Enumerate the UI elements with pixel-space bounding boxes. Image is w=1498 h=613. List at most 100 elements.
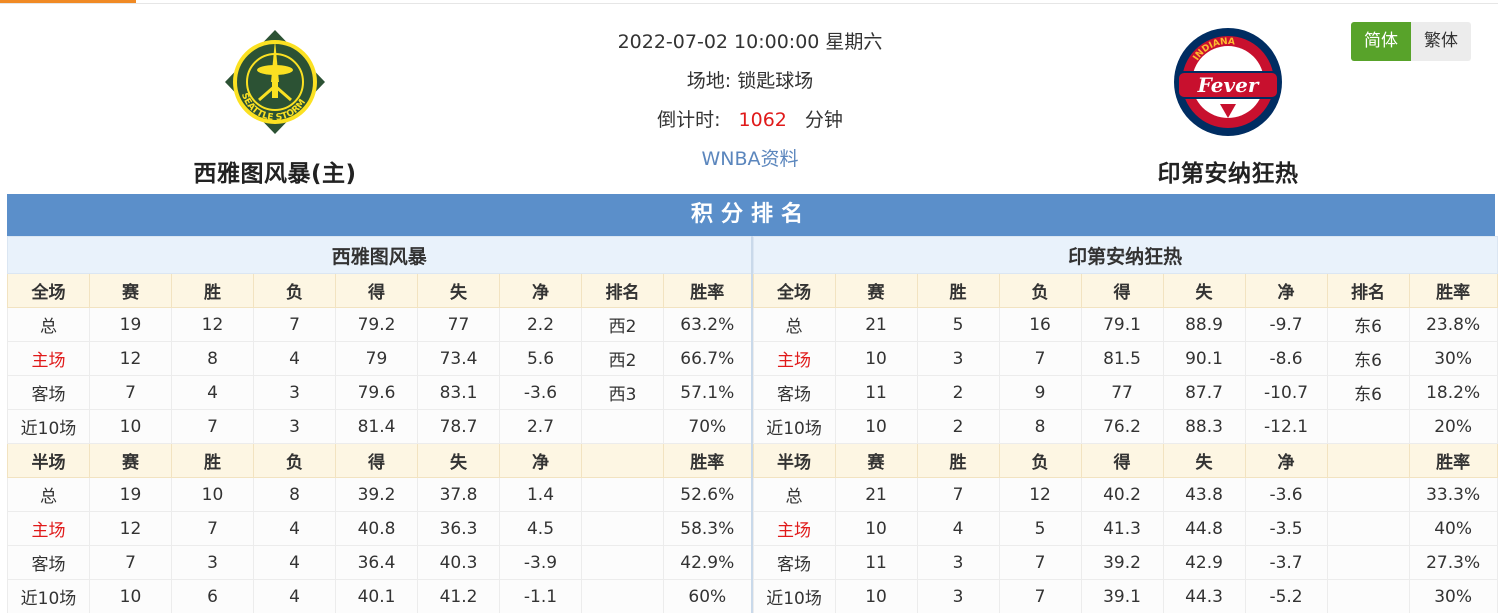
table-cell: -3.6 <box>1244 477 1328 512</box>
seattle-storm-logo[interactable]: SEATTLE STORM <box>219 26 331 138</box>
row-label: 客场 <box>7 545 90 580</box>
table-row: 总 19 12 7 79.2 77 2.2 西2 63.2% <box>7 307 753 342</box>
table-cell: 81.5 <box>1080 341 1164 376</box>
table-cell: 12 <box>89 341 172 376</box>
table-cell: 79.6 <box>335 375 418 410</box>
column-header <box>1326 443 1410 478</box>
table-cell <box>581 579 664 613</box>
simplified-chinese-button[interactable]: 简体 <box>1351 22 1411 61</box>
table-cell: 39.1 <box>1080 579 1164 613</box>
table-cell: 4 <box>916 511 1000 546</box>
table-row: 客场 11 2 9 77 87.7 -10.7 东6 18.2% <box>752 375 1498 410</box>
away-team-name[interactable]: 印第安纳狂热 <box>1098 154 1358 188</box>
table-cell: 3 <box>253 375 336 410</box>
table-cell: 37.8 <box>417 477 500 512</box>
column-header: 得 <box>1080 443 1164 478</box>
table-row: 近10场 10 6 4 40.1 41.2 -1.1 60% <box>7 579 753 613</box>
table-cell: 10 <box>834 579 918 613</box>
table-cell: -5.2 <box>1244 579 1328 613</box>
table-cell: 79 <box>335 341 418 376</box>
column-header: 赛 <box>89 273 172 308</box>
table-cell: 16 <box>998 307 1082 342</box>
table-cell: -9.7 <box>1244 307 1328 342</box>
table-cell: 6 <box>171 579 254 613</box>
table-cell: 21 <box>834 477 918 512</box>
table-cell: -12.1 <box>1244 409 1328 444</box>
column-header: 胜率 <box>662 273 753 308</box>
column-header: 胜率 <box>1408 273 1498 308</box>
table-cell: 10 <box>89 409 172 444</box>
indiana-fever-logo[interactable]: INDIANA Fever <box>1172 26 1284 138</box>
table-cell: 12 <box>171 307 254 342</box>
table-cell: 3 <box>253 409 336 444</box>
table-cell: 42.9 <box>1162 545 1246 580</box>
team-header: 西雅图风暴 <box>6 236 753 274</box>
table-cell: 3 <box>916 545 1000 580</box>
table-cell: -3.6 <box>499 375 582 410</box>
table-cell: 10 <box>834 409 918 444</box>
table-cell: 40.1 <box>335 579 418 613</box>
countdown-value: 1062 <box>738 109 787 131</box>
table-cell <box>581 409 664 444</box>
team-header-row: 西雅图风暴 <box>6 236 753 274</box>
table-cell: 83.1 <box>417 375 500 410</box>
table-cell: 2 <box>916 409 1000 444</box>
column-header: 全场 <box>752 273 836 308</box>
table-cell: 8 <box>998 409 1082 444</box>
column-header: 全场 <box>7 273 90 308</box>
countdown-row: 倒计时: 1062 分钟 <box>500 106 1000 145</box>
table-cell: 西2 <box>581 307 664 342</box>
table-cell: 77 <box>1080 375 1164 410</box>
table-cell: -8.6 <box>1244 341 1328 376</box>
table-cell: 19 <box>89 477 172 512</box>
table-cell: 36.4 <box>335 545 418 580</box>
table-cell: 5 <box>998 511 1082 546</box>
traditional-chinese-button[interactable]: 繁体 <box>1411 22 1471 61</box>
home-team-name[interactable]: 西雅图风暴(主) <box>145 154 405 188</box>
table-cell: 44.3 <box>1162 579 1246 613</box>
language-switch: 简体 繁体 <box>1351 22 1471 61</box>
table-cell: 4 <box>253 511 336 546</box>
table-cell: 44.8 <box>1162 511 1246 546</box>
table-cell: 39.2 <box>1080 545 1164 580</box>
column-header: 负 <box>253 443 336 478</box>
table-cell <box>581 545 664 580</box>
table-cell: 2.7 <box>499 409 582 444</box>
venue-name: 锁匙球场 <box>737 70 814 92</box>
column-header: 负 <box>998 273 1082 308</box>
away-standings-table: 印第安纳狂热 全场赛胜负得失净排名 胜率总 21 5 16 79.1 88.9 -9.7 东6 23… <box>752 236 1498 613</box>
row-label: 主场 <box>7 511 90 546</box>
match-info: 2022-07-02 10:00:00 星期六 场地: 锁匙球场 倒计时: 10… <box>500 28 1000 184</box>
row-label: 主场 <box>752 341 836 376</box>
full-header-row: 全场赛胜负得失净排名 胜率 <box>7 273 753 308</box>
table-cell: -10.7 <box>1244 375 1328 410</box>
table-cell: 东6 <box>1326 341 1410 376</box>
table-row: 客场 11 3 7 39.2 42.9 -3.7 27.3% <box>752 545 1498 580</box>
table-cell: 10 <box>89 579 172 613</box>
league-info-link[interactable]: WNBA资料 <box>701 148 798 170</box>
table-cell: 7 <box>998 579 1082 613</box>
table-cell: -3.5 <box>1244 511 1328 546</box>
table-cell: -1.1 <box>499 579 582 613</box>
table-cell: 7 <box>998 341 1082 376</box>
table-cell: 77 <box>417 307 500 342</box>
table-cell: 3 <box>916 579 1000 613</box>
table-cell: 3 <box>916 341 1000 376</box>
table-cell: 60% <box>662 579 753 613</box>
half-header-row: 半场赛胜负得失净 胜率 <box>7 443 753 478</box>
venue-label: 场地: <box>686 70 732 92</box>
table-cell: 23.8% <box>1408 307 1498 342</box>
table-cell: 7 <box>171 409 254 444</box>
table-cell: 63.2% <box>662 307 753 342</box>
countdown-label: 倒计时: <box>657 109 721 131</box>
table-cell: 9 <box>998 375 1082 410</box>
table-cell: 41.2 <box>417 579 500 613</box>
table-cell: 5.6 <box>499 341 582 376</box>
column-header: 胜 <box>171 443 254 478</box>
table-cell: 27.3% <box>1408 545 1498 580</box>
table-cell: 东6 <box>1326 307 1410 342</box>
table-cell: 40.8 <box>335 511 418 546</box>
table-cell: 2 <box>916 375 1000 410</box>
table-cell: 7 <box>916 477 1000 512</box>
column-header: 排名 <box>581 273 664 308</box>
